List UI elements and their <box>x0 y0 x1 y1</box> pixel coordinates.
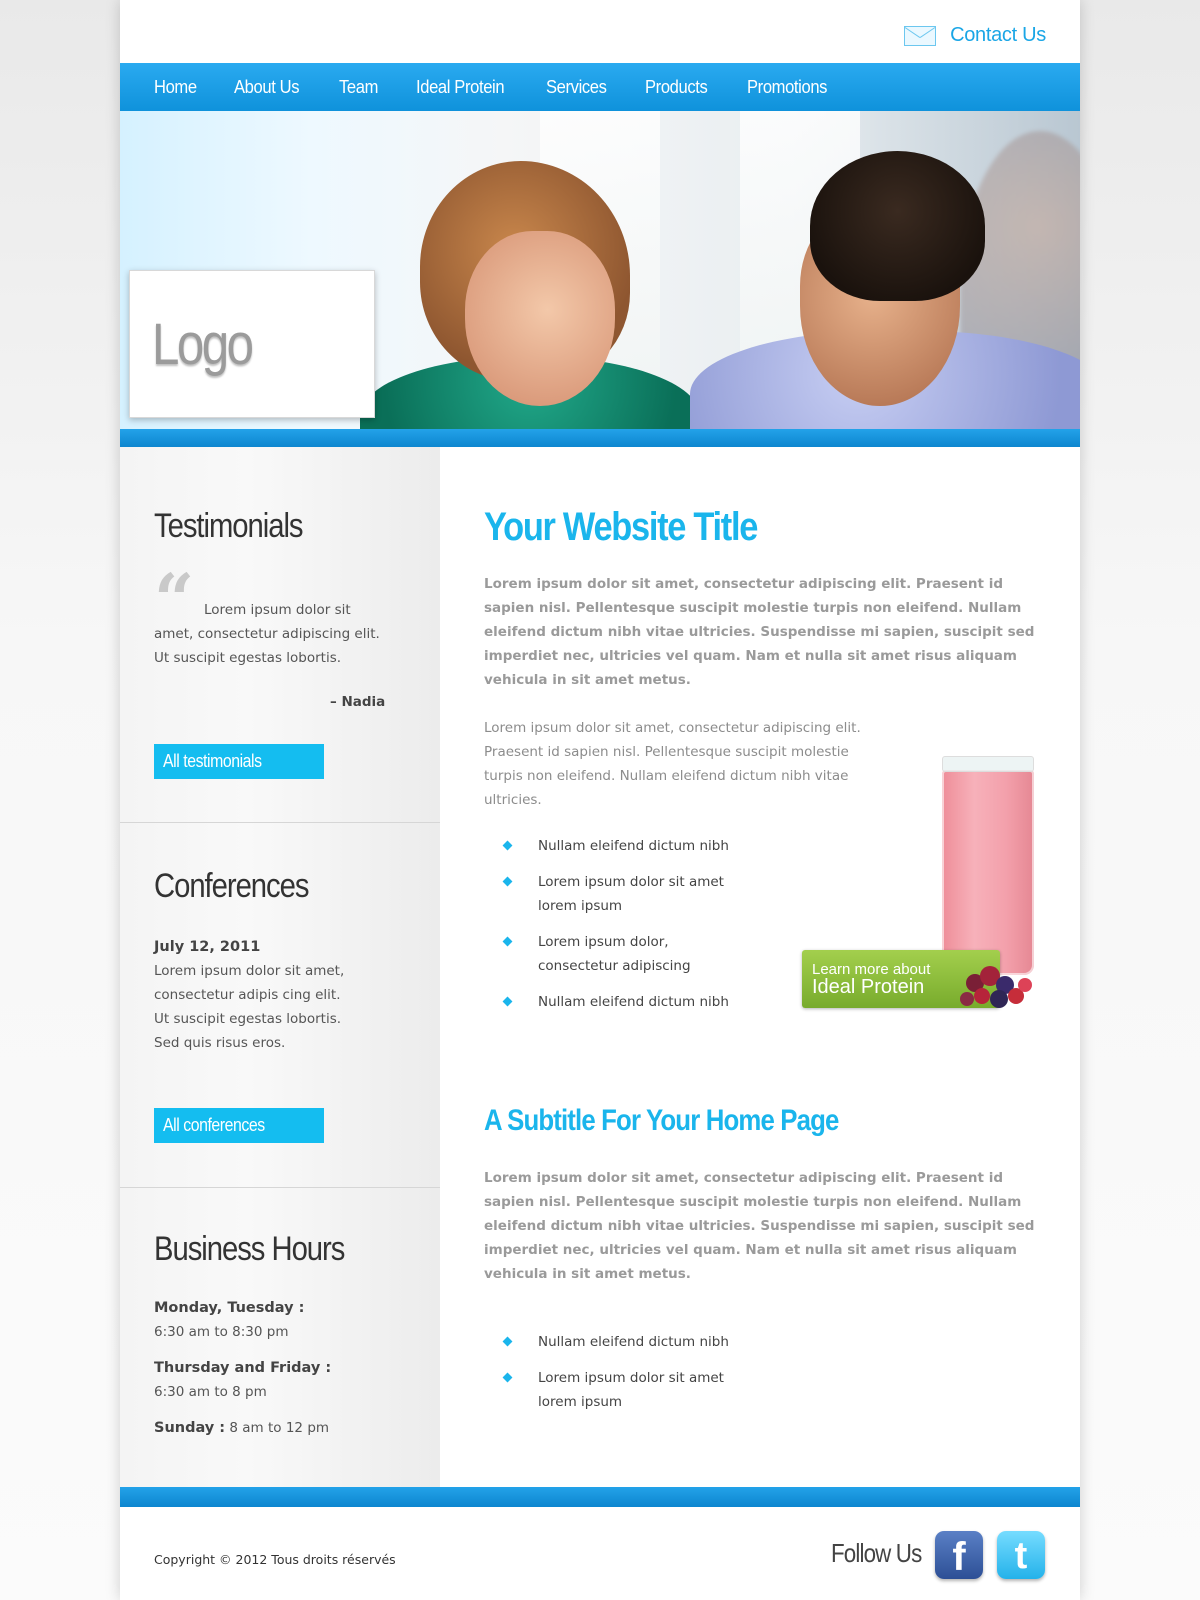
nav-about-us[interactable]: About Us <box>234 77 300 98</box>
conference-date: July 12, 2011 <box>154 939 261 955</box>
page-subtitle: A Subtitle For Your Home Page <box>484 1104 839 1137</box>
conferences-title: Conferences <box>154 867 309 905</box>
copyright-text: Copyright © 2012 Tous droits réservés <box>154 1552 396 1567</box>
hours-day: Sunday : <box>154 1420 226 1436</box>
sidebar-divider <box>120 822 440 823</box>
testimonial-author: – Nadia <box>330 694 386 710</box>
all-conferences-button[interactable]: All conferences <box>154 1108 324 1143</box>
nav-home[interactable]: Home <box>154 77 197 98</box>
all-testimonials-button[interactable]: All testimonials <box>154 744 324 779</box>
list-item-text: Lorem ipsum dolor sit amet lorem ipsum <box>538 1370 724 1410</box>
facebook-icon[interactable]: f <box>935 1531 983 1579</box>
hours-time: 6:30 am to 8:30 pm <box>154 1324 289 1340</box>
testimonial-quote: Lorem ipsum dolor sit amet, consectetur … <box>154 602 380 666</box>
business-hours-title: Business Hours <box>154 1230 345 1268</box>
list-item: Nullam eleifend dictum nibh <box>502 990 758 1014</box>
diamond-bullet-icon <box>502 996 513 1007</box>
nav-promotions[interactable]: Promotions <box>747 77 827 98</box>
list-item: Lorem ipsum dolor sit amet lorem ipsum <box>502 1366 758 1414</box>
intro-paragraph: Lorem ipsum dolor sit amet, consectetur … <box>484 720 861 808</box>
list-item: Nullam eleifend dictum nibh <box>502 834 758 858</box>
body-paragraph-bold: Lorem ipsum dolor sit amet, consectetur … <box>484 1170 1035 1282</box>
hero-bottom-bar <box>120 429 1080 447</box>
diamond-bullet-icon <box>502 936 513 947</box>
diamond-bullet-icon <box>502 1336 513 1347</box>
envelope-icon <box>904 25 937 46</box>
list-item-text: Nullam eleifend dictum nibh <box>538 1334 729 1350</box>
list-item-text: Nullam eleifend dictum nibh <box>538 838 729 854</box>
twitter-icon[interactable]: t <box>997 1531 1045 1579</box>
testimonials-title: Testimonials <box>154 507 304 545</box>
feature-list-2: Nullam eleifend dictum nibh Lorem ipsum … <box>502 1330 758 1426</box>
main-nav: Home About Us Team Ideal Protein Service… <box>120 63 1080 111</box>
list-item: Lorem ipsum dolor sit amet lorem ipsum <box>502 870 758 918</box>
all-conferences-label: All conferences <box>163 1115 265 1135</box>
smoothie-glass-image <box>942 756 1034 975</box>
promo-line2: Ideal Protein <box>812 976 925 998</box>
contact-label: Contact Us <box>950 24 1046 46</box>
conference-text: Lorem ipsum dolor sit amet, consectetur … <box>154 963 345 1051</box>
all-testimonials-label: All testimonials <box>163 751 262 771</box>
footer-bar <box>120 1487 1080 1507</box>
nav-services[interactable]: Services <box>546 77 607 98</box>
diamond-bullet-icon <box>502 1372 513 1383</box>
hero-person-woman-face <box>465 231 615 406</box>
nav-products[interactable]: Products <box>645 77 708 98</box>
follow-us-label: Follow Us <box>831 1538 922 1568</box>
page-title: Your Website Title <box>484 505 758 549</box>
hours-day: Thursday and Friday : <box>154 1360 332 1376</box>
hours-day: Monday, Tuesday : <box>154 1300 305 1316</box>
hours-row: Sunday : 8 am to 12 pm <box>154 1416 394 1440</box>
diamond-bullet-icon <box>502 876 513 887</box>
berries-image <box>956 960 1048 1018</box>
sidebar-divider <box>120 1187 440 1188</box>
nav-team[interactable]: Team <box>339 77 378 98</box>
list-item-text: Lorem ipsum dolor, consectetur adipiscin… <box>538 934 691 974</box>
logo-text: Logo <box>152 312 254 377</box>
hours-time: 8 am to 12 pm <box>229 1420 330 1436</box>
diamond-bullet-icon <box>502 840 513 851</box>
list-item: Nullam eleifend dictum nibh <box>502 1330 758 1354</box>
intro-paragraph-bold: Lorem ipsum dolor sit amet, consectetur … <box>484 576 1035 688</box>
logo[interactable]: Logo <box>129 270 375 418</box>
list-item-text: Lorem ipsum dolor sit amet lorem ipsum <box>538 874 724 914</box>
hero-person-man-hair <box>810 151 985 301</box>
list-item-text: Nullam eleifend dictum nibh <box>538 994 729 1010</box>
list-item: Lorem ipsum dolor, consectetur adipiscin… <box>502 930 708 978</box>
contact-link[interactable]: Contact Us <box>904 24 1046 47</box>
nav-ideal-protein[interactable]: Ideal Protein <box>416 77 505 98</box>
hours-time: 6:30 am to 8 pm <box>154 1384 267 1400</box>
feature-list: Nullam eleifend dictum nibh Lorem ipsum … <box>502 834 758 1026</box>
page-container: Contact Us Home About Us Team Ideal Prot… <box>120 0 1080 1600</box>
sidebar: Testimonials “ Lorem ipsum dolor sit ame… <box>120 447 440 1487</box>
